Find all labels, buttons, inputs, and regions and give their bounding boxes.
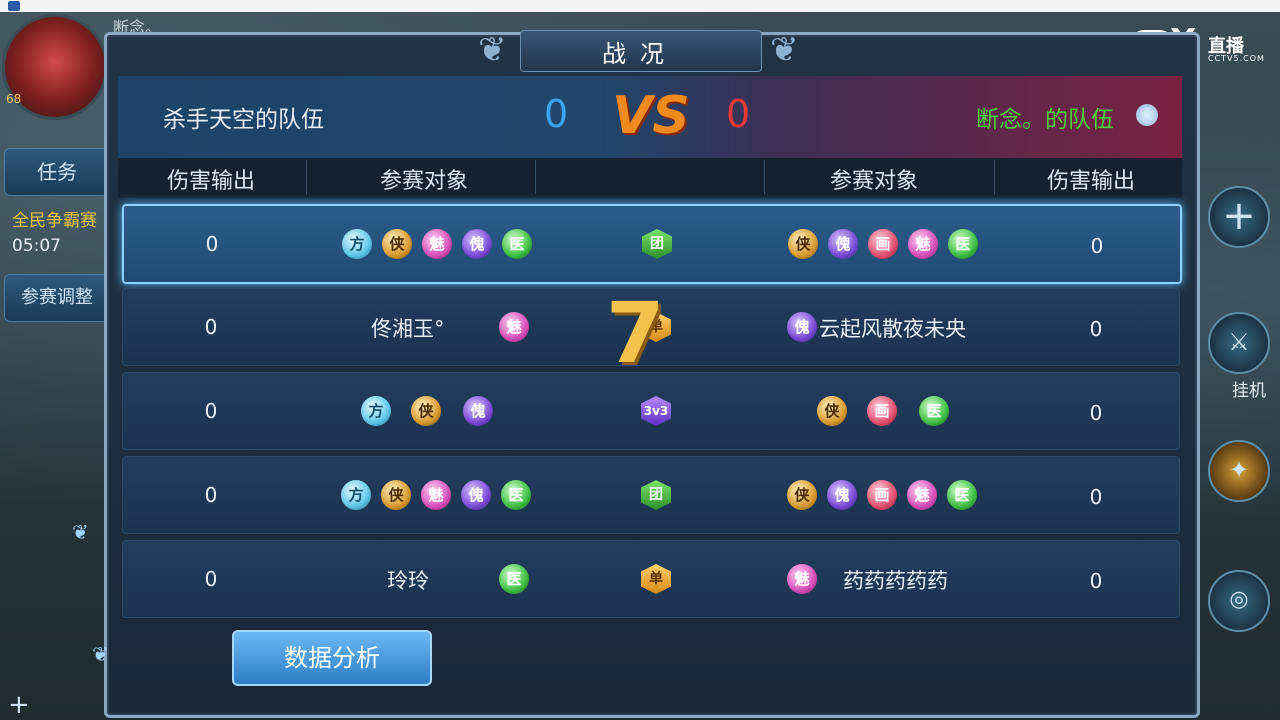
class-badge: 侠: [788, 229, 818, 259]
header-divider: [764, 160, 765, 194]
mode-3v3-icon: 3v3: [641, 396, 671, 426]
app-icon: [8, 1, 20, 11]
class-badge: 方: [341, 480, 371, 510]
left-ornament-icon: ❦: [478, 30, 507, 70]
class-badge: 傀: [828, 229, 858, 259]
table-row[interactable]: 0 玲玲 医 单 魅 药药药药药 0: [122, 540, 1180, 618]
right-damage: 0: [1089, 485, 1103, 509]
class-badge: 医: [947, 480, 977, 510]
plus-small-icon[interactable]: +: [8, 690, 30, 720]
header-divider: [994, 160, 995, 194]
team-leader-icon: [1136, 104, 1158, 126]
class-badge: 方: [361, 396, 391, 426]
mode-team-icon: 团: [642, 229, 672, 259]
header-left-participants: 参赛对象: [379, 169, 468, 194]
event-timer: 05:07: [12, 236, 61, 256]
left-damage: 0: [204, 567, 218, 591]
butterfly-icon: ❦: [72, 520, 89, 544]
avatar-level: 68: [6, 92, 22, 106]
right-damage: 0: [1089, 401, 1103, 425]
class-badge: 侠: [382, 229, 412, 259]
right-damage: 0: [1089, 317, 1103, 341]
task-button[interactable]: 任务: [4, 148, 110, 196]
left-team-name: 杀手天空的队伍: [163, 107, 324, 133]
ring-icon[interactable]: ◎: [1208, 570, 1270, 632]
class-badge: 魅: [907, 480, 937, 510]
right-ornament-icon: ❦: [770, 30, 799, 70]
left-damage: 0: [204, 483, 218, 507]
class-badge: 医: [919, 396, 949, 426]
butterfly-icon: ❦: [92, 642, 109, 666]
mode-single-icon: 单: [641, 564, 671, 594]
right-damage: 0: [1090, 234, 1104, 258]
right-damage: 0: [1089, 569, 1103, 593]
data-analysis-button[interactable]: 数据分析: [232, 630, 432, 686]
right-player-name: 药药药药药: [843, 569, 948, 593]
class-badge: 医: [948, 229, 978, 259]
window-titlebar: [0, 0, 1280, 12]
table-row[interactable]: 0 方 侠 魅 傀 医 团 侠 傀 画 魅 医 0: [122, 204, 1182, 284]
right-team-name: 断念。的队伍: [976, 107, 1114, 133]
panel-title: 战况: [602, 40, 678, 68]
right-score: 0: [726, 92, 751, 136]
class-badge: 傀: [462, 229, 492, 259]
table-row[interactable]: 0 方 侠 傀 3v3 侠 画 医 0: [122, 372, 1180, 450]
header-right-damage: 伤害输出: [1046, 169, 1135, 194]
class-badge: 画: [868, 229, 898, 259]
class-badge: 魅: [908, 229, 938, 259]
class-badge: 魅: [499, 312, 529, 342]
left-damage: 0: [204, 399, 218, 423]
header-right-participants: 参赛对象: [829, 169, 918, 194]
skill-icon[interactable]: ✦: [1208, 440, 1270, 502]
class-badge: 医: [502, 229, 532, 259]
table-header: [118, 158, 1182, 198]
class-badge: 方: [342, 229, 372, 259]
left-damage: 0: [204, 315, 218, 339]
left-damage: 0: [205, 232, 219, 256]
class-badge: 侠: [817, 396, 847, 426]
class-badge: 傀: [827, 480, 857, 510]
event-name: 全民争霸赛: [12, 211, 97, 231]
vs-label: VS: [612, 86, 690, 146]
header-divider: [306, 160, 307, 194]
class-badge: 傀: [787, 312, 817, 342]
class-badge: 医: [501, 480, 531, 510]
class-badge: 魅: [787, 564, 817, 594]
class-badge: 侠: [411, 396, 441, 426]
plus-icon[interactable]: +: [1208, 186, 1270, 248]
mode-team-icon: 团: [641, 480, 671, 510]
class-badge: 画: [867, 480, 897, 510]
adjust-button[interactable]: 参赛调整: [4, 274, 110, 322]
hangup-label[interactable]: 挂机: [1232, 376, 1266, 401]
class-badge: 傀: [461, 480, 491, 510]
right-player-name: 云起风散夜未央: [819, 317, 966, 341]
left-score: 0: [544, 92, 569, 136]
class-badge: 侠: [787, 480, 817, 510]
class-badge: 画: [867, 396, 897, 426]
round-counter: 7: [606, 284, 665, 382]
left-player-name: 玲玲: [387, 569, 429, 593]
class-badge: 傀: [463, 396, 493, 426]
class-badge: 医: [499, 564, 529, 594]
class-badge: 魅: [422, 229, 452, 259]
swords-icon[interactable]: ⚔: [1208, 312, 1270, 374]
class-badge: 魅: [421, 480, 451, 510]
class-badge: 侠: [381, 480, 411, 510]
watermark-domain: CCTV5.COM: [1208, 54, 1265, 63]
left-player-name: 佟湘玉°: [371, 317, 445, 341]
table-row[interactable]: 0 方 侠 魅 傀 医 团 侠 傀 画 魅 医 0: [122, 456, 1180, 534]
header-left-damage: 伤害输出: [166, 169, 255, 194]
header-divider: [535, 160, 536, 194]
